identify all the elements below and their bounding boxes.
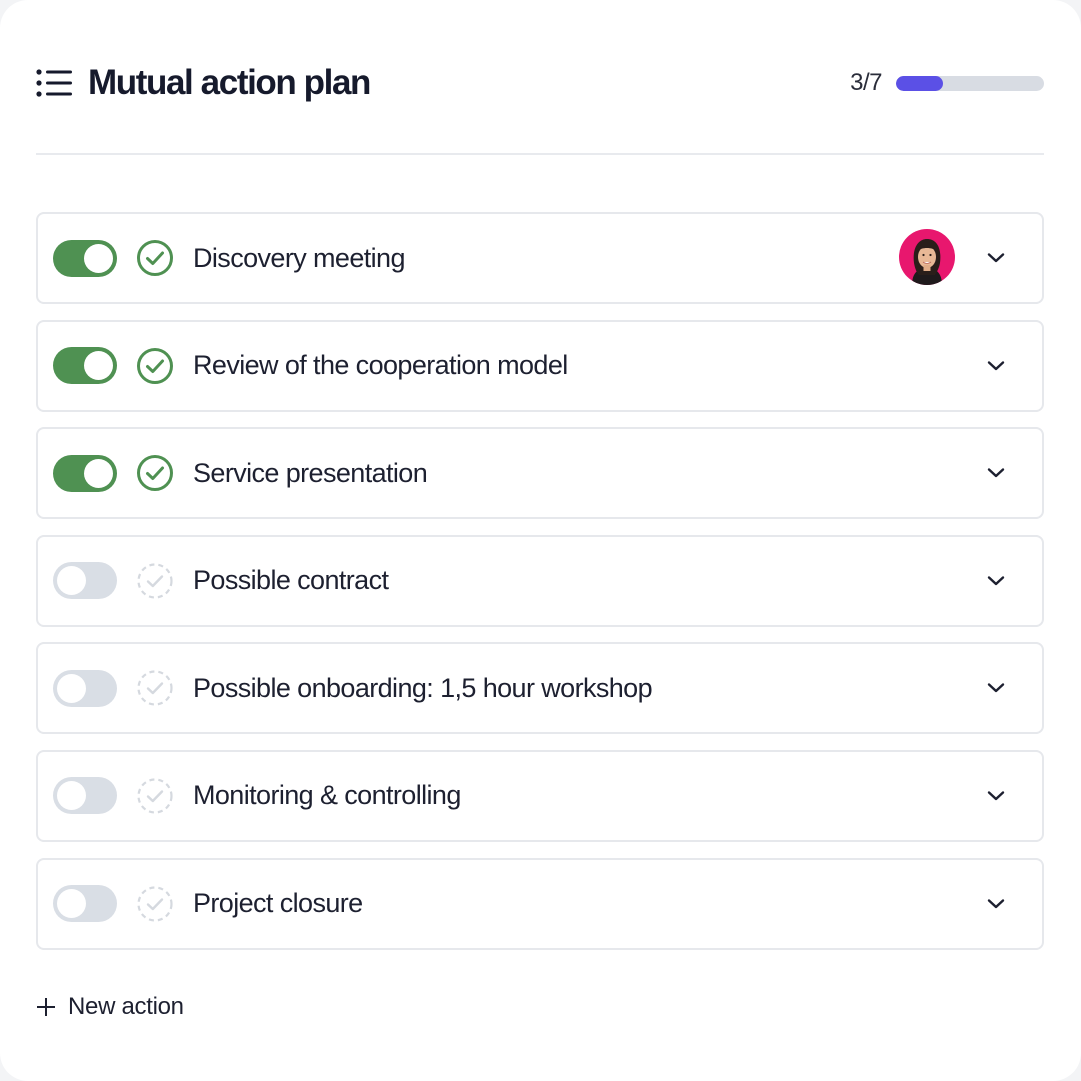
new-action-button[interactable]: New action <box>36 988 184 1026</box>
toggle-knob <box>84 458 113 488</box>
action-row[interactable]: Project closure <box>36 857 1044 950</box>
chevron-down-icon[interactable] <box>986 248 1006 268</box>
chevron-down-icon[interactable] <box>986 678 1006 698</box>
toggle-knob <box>57 889 86 919</box>
divider <box>36 153 1044 155</box>
action-row[interactable]: Review of the cooperation model <box>36 319 1044 412</box>
action-plan-card: Mutual action plan 3/7 Discovery meeting… <box>0 0 1081 1081</box>
action-label: Discovery meeting <box>193 242 405 273</box>
chevron-down-icon[interactable] <box>986 463 1006 483</box>
completion-toggle[interactable] <box>53 347 117 385</box>
completion-toggle[interactable] <box>53 669 117 707</box>
completion-toggle[interactable] <box>53 562 117 600</box>
page-title: Mutual action plan <box>88 63 371 102</box>
toggle-knob <box>57 566 86 596</box>
pending-check-circle-icon <box>136 669 174 707</box>
pending-check-circle-icon <box>136 777 174 815</box>
check-circle-icon <box>136 239 174 277</box>
new-action-label: New action <box>68 993 184 1020</box>
completion-toggle[interactable] <box>53 777 117 815</box>
pending-check-circle-icon <box>136 885 174 923</box>
action-row[interactable]: Monitoring & controlling <box>36 749 1044 842</box>
completion-toggle[interactable] <box>53 885 117 923</box>
list-icon <box>36 68 72 98</box>
chevron-down-icon[interactable] <box>986 786 1006 806</box>
action-label: Monitoring & controlling <box>193 780 461 811</box>
progress-bar-fill <box>896 75 944 91</box>
progress-bar <box>896 75 1044 91</box>
card-header: Mutual action plan 3/7 <box>36 56 1044 110</box>
pending-check-circle-icon <box>136 562 174 600</box>
action-label: Project closure <box>193 888 363 919</box>
chevron-down-icon[interactable] <box>986 356 1006 376</box>
action-label: Review of the cooperation model <box>193 350 568 381</box>
plus-icon <box>36 997 56 1017</box>
check-circle-icon <box>136 454 174 492</box>
toggle-knob <box>57 673 86 703</box>
action-row[interactable]: Possible contract <box>36 534 1044 627</box>
progress-indicator: 3/7 <box>850 69 1044 97</box>
chevron-down-icon[interactable] <box>986 894 1006 914</box>
action-label: Possible contract <box>193 565 389 596</box>
action-row[interactable]: Discovery meeting <box>36 212 1044 304</box>
progress-count: 3/7 <box>850 69 882 96</box>
avatar[interactable] <box>899 229 955 285</box>
completion-toggle[interactable] <box>53 454 117 492</box>
completion-toggle[interactable] <box>53 239 117 277</box>
action-list: Discovery meeting Review of the cooperat… <box>36 212 1044 950</box>
chevron-down-icon[interactable] <box>986 571 1006 591</box>
toggle-knob <box>57 781 86 811</box>
action-row[interactable]: Service presentation <box>36 427 1044 520</box>
action-label: Service presentation <box>193 457 428 488</box>
toggle-knob <box>84 243 113 273</box>
check-circle-icon <box>136 347 174 385</box>
action-label: Possible onboarding: 1,5 hour workshop <box>193 672 653 703</box>
action-row[interactable]: Possible onboarding: 1,5 hour workshop <box>36 642 1044 735</box>
toggle-knob <box>84 351 113 381</box>
